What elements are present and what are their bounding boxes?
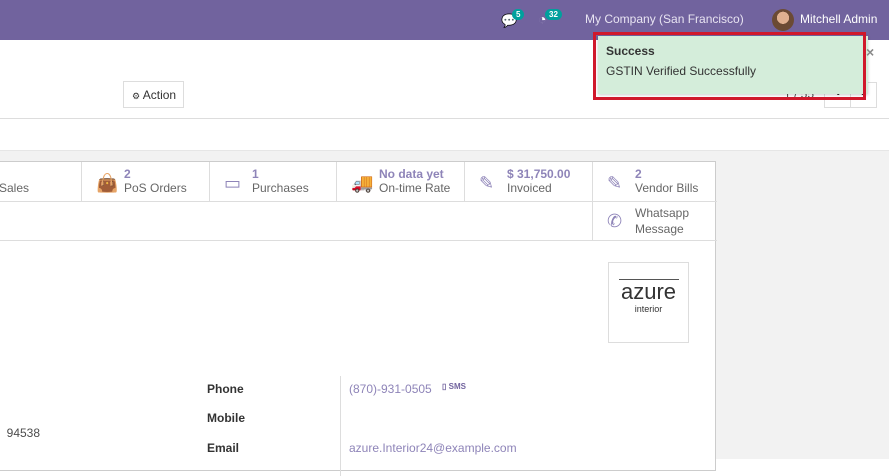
company-switcher[interactable]: My Company (San Francisco)	[585, 12, 744, 26]
smart-button-whatsapp[interactable]: ✆ Whatsapp Message	[592, 202, 717, 241]
smart-button-pos-orders[interactable]: 👜 2 PoS Orders	[81, 162, 209, 202]
close-icon[interactable]: ×	[866, 44, 874, 60]
invoiced-label: Invoiced	[507, 181, 552, 195]
email-value[interactable]: azure.Interior24@example.com	[349, 441, 517, 455]
user-menu[interactable]: Mitchell Admin	[800, 12, 877, 26]
sms-label: SMS	[448, 382, 466, 391]
smart-button-invoiced[interactable]: ✎ $ 31,750.00 Invoiced	[464, 162, 592, 202]
on-time-rate-value: No data yet	[379, 167, 444, 181]
vendor-bills-label: Vendor Bills	[635, 181, 699, 195]
highlight-box	[593, 32, 866, 100]
purchases-label: Purchases	[252, 181, 309, 195]
sms-button[interactable]: ▯ SMS	[442, 382, 466, 391]
activity-count-badge: 32	[545, 9, 562, 20]
vendor-bills-count: 2	[635, 167, 642, 181]
chat-count-badge: 5	[512, 9, 525, 20]
sales-label: Sales	[0, 181, 30, 195]
pos-orders-count: 2	[124, 167, 131, 181]
pencil-square-icon: ✎	[479, 173, 495, 193]
smart-button-purchases[interactable]: ▭ 1 Purchases	[209, 162, 336, 202]
action-button[interactable]: ⚙ Action	[123, 81, 184, 108]
purchases-count: 1	[252, 167, 259, 181]
invoiced-value: $ 31,750.00	[507, 167, 571, 181]
pencil-square-icon: ✎	[607, 173, 623, 193]
on-time-rate-label: On-time Rate	[379, 181, 451, 195]
phone-label: Phone	[207, 382, 244, 396]
smart-buttons-row-2: ✆ Whatsapp Message	[0, 202, 717, 241]
logo-text: azure	[620, 279, 677, 304]
whatsapp-label-2: Message	[635, 222, 684, 236]
whatsapp-icon: ✆	[607, 211, 623, 231]
credit-card-icon: ▭	[224, 173, 242, 193]
truck-icon: 🚚	[351, 173, 374, 193]
phone-value[interactable]: (870)-931-0505	[349, 382, 432, 396]
logo-subtext: interior	[634, 304, 663, 314]
mobile-label: Mobile	[207, 411, 245, 425]
avatar[interactable]	[772, 9, 794, 31]
shopping-bag-icon: 👜	[96, 173, 119, 193]
smart-button-on-time-rate[interactable]: 🚚 No data yet On-time Rate	[336, 162, 464, 202]
pos-orders-label: PoS Orders	[124, 181, 187, 195]
field-divider	[340, 376, 341, 476]
action-label: Action	[142, 88, 177, 102]
gear-icon: ⚙	[132, 91, 141, 101]
partner-form-sheet: Sales 👜 2 PoS Orders ▭ 1 Purchases 🚚 No data …	[0, 161, 717, 476]
address-zip: ) 94538	[0, 426, 41, 440]
smart-button-sales[interactable]: Sales	[0, 162, 81, 202]
smart-button-vendor-bills[interactable]: ✎ 2 Vendor Bills	[592, 162, 717, 202]
email-label: Email	[207, 441, 240, 455]
whatsapp-label-1: Whatsapp	[635, 206, 690, 220]
company-logo[interactable]: azure interior	[608, 262, 689, 343]
